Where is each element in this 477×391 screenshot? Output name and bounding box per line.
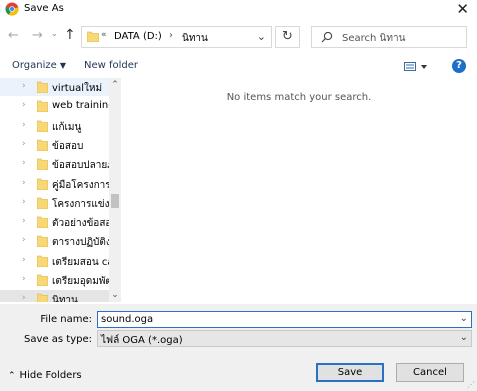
file-list-pane[interactable]: No items match your search. xyxy=(121,78,477,302)
scroll-down-arrow-icon[interactable]: ⌄ xyxy=(109,288,121,302)
hide-folders-label: Hide Folders xyxy=(19,370,82,381)
expand-arrow-icon[interactable]: › xyxy=(22,274,26,284)
tree-item-label: โครงการแข่งขัน xyxy=(52,198,109,210)
new-folder-button[interactable]: New folder xyxy=(84,60,138,71)
save-button[interactable]: Save xyxy=(316,363,384,382)
tree-item[interactable]: › virtualใหม่ xyxy=(0,78,109,96)
save-type-value: ไฟล์ OGA (*.oga) xyxy=(101,335,183,346)
search-input[interactable]: Search นิทาน xyxy=(311,26,467,48)
folder-icon xyxy=(37,81,48,93)
scrollbar-thumb[interactable] xyxy=(111,194,119,208)
file-name-dropdown-icon[interactable]: ⌄ xyxy=(460,313,468,324)
tree-item-label: คู่มือโครงการพ xyxy=(52,179,109,191)
chevron-down-icon: ▼ xyxy=(59,61,66,70)
tree-item-label: ตัวอย่างข้อสอบ xyxy=(52,218,109,230)
close-icon[interactable]: ✕ xyxy=(456,0,469,18)
expand-arrow-icon[interactable]: › xyxy=(22,235,26,245)
breadcrumb-separator[interactable]: › xyxy=(169,30,173,41)
search-placeholder: Search นิทาน xyxy=(342,33,406,44)
chevron-up-icon: ⌃ xyxy=(8,371,16,381)
expand-arrow-icon[interactable]: › xyxy=(22,100,26,110)
tree-item-label: ตารางปฏิบัติงาน xyxy=(52,237,109,249)
recent-locations-chevron-icon[interactable]: ⌄ xyxy=(51,29,58,38)
file-name-value[interactable]: sound.oga xyxy=(101,314,153,325)
refresh-icon[interactable]: ↻ xyxy=(275,26,300,48)
address-bar[interactable]: « DATA (D:) › นิทาน ⌄ xyxy=(81,26,272,48)
hide-folders-button[interactable]: ⌃ Hide Folders xyxy=(8,370,82,381)
folder-icon xyxy=(37,236,48,248)
folder-icon xyxy=(37,197,48,209)
search-icon xyxy=(321,31,333,43)
tree-item[interactable]: › นิทาน xyxy=(0,290,109,302)
file-name-field[interactable]: sound.oga ⌄ xyxy=(97,311,472,328)
tree-item[interactable]: › web training xyxy=(0,97,109,115)
file-name-label: File name: xyxy=(40,314,92,325)
tree-item[interactable]: › เตรียมสอน can xyxy=(0,252,109,270)
expand-arrow-icon[interactable]: › xyxy=(22,293,26,302)
folder-icon xyxy=(37,274,48,286)
dialog-footer: File name: sound.oga ⌄ Save as type: ไฟล… xyxy=(0,304,477,391)
tree-item[interactable]: › คู่มือโครงการพ xyxy=(0,175,109,193)
empty-results-message: No items match your search. xyxy=(226,92,372,103)
tree-item-label: web training xyxy=(52,100,109,112)
help-icon[interactable]: ? xyxy=(452,59,466,73)
tree-item-label: แก้เมนู xyxy=(52,121,82,133)
expand-arrow-icon[interactable]: › xyxy=(22,216,26,226)
expand-arrow-icon[interactable]: › xyxy=(22,178,26,188)
folder-icon xyxy=(37,158,48,171)
organize-label: Organize xyxy=(12,60,57,71)
folder-icon xyxy=(37,255,48,267)
organize-menu-button[interactable]: Organize ▼ xyxy=(12,60,66,71)
chrome-icon xyxy=(5,2,19,16)
breadcrumb-drive[interactable]: DATA (D:) xyxy=(114,31,162,42)
window-title: Save As xyxy=(24,3,64,14)
tree-item[interactable]: › ข้อสอบปลายภาค xyxy=(0,155,109,173)
tree-item-label: virtualใหม่ xyxy=(52,83,103,94)
view-options-icon[interactable] xyxy=(404,60,430,74)
address-dropdown-icon[interactable]: ⌄ xyxy=(257,30,266,43)
expand-arrow-icon[interactable]: › xyxy=(22,81,26,91)
tree-item[interactable]: › เตรียมอุดมพัฒนา xyxy=(0,271,109,289)
folder-icon xyxy=(37,293,48,302)
save-type-label: Save as type: xyxy=(24,334,92,345)
save-type-dropdown-icon[interactable]: ⌄ xyxy=(460,332,468,343)
cancel-button[interactable]: Cancel xyxy=(396,363,464,382)
tree-item[interactable]: › ข้อสอบ xyxy=(0,136,109,154)
tree-scrollbar[interactable]: ⌃ ⌄ xyxy=(109,78,121,302)
folder-icon xyxy=(37,120,48,132)
command-bar: Organize ▼ New folder ? xyxy=(0,56,477,78)
folder-icon xyxy=(37,100,48,113)
title-bar: Save As ✕ xyxy=(0,0,477,20)
tree-item[interactable]: › โครงการแข่งขัน xyxy=(0,194,109,212)
tree-item-label: นิทาน xyxy=(52,295,78,302)
folder-icon xyxy=(37,178,48,190)
tree-item[interactable]: › ตารางปฏิบัติงาน xyxy=(0,232,109,250)
tree-item[interactable]: › แก้เมนู xyxy=(0,117,109,135)
tree-item[interactable]: › ตัวอย่างข้อสอบ xyxy=(0,213,109,231)
tree-item-label: เตรียมอุดมพัฒนา xyxy=(52,276,109,287)
scroll-up-arrow-icon[interactable]: ⌃ xyxy=(109,78,121,92)
resize-grip-icon[interactable]: ⋰ xyxy=(467,380,475,389)
folder-tree[interactable]: › virtualใหม่ › web training › แก้เมนู › ข้อสอบ… xyxy=(0,78,109,302)
expand-arrow-icon[interactable]: › xyxy=(22,120,26,130)
folder-icon xyxy=(37,139,48,151)
expand-arrow-icon[interactable]: › xyxy=(22,255,26,265)
breadcrumb-folder[interactable]: นิทาน xyxy=(182,31,208,46)
expand-arrow-icon[interactable]: › xyxy=(22,158,26,168)
save-type-select[interactable]: ไฟล์ OGA (*.oga) ⌄ xyxy=(97,330,472,347)
tree-item-label: ข้อสอบ xyxy=(52,140,84,152)
back-arrow-icon[interactable]: ← xyxy=(8,29,19,43)
folder-icon xyxy=(37,216,48,229)
forward-arrow-icon[interactable]: → xyxy=(32,29,43,43)
up-arrow-icon[interactable]: ↑ xyxy=(64,28,76,42)
address-overflow-chevron[interactable]: « xyxy=(101,30,107,40)
folder-icon xyxy=(87,31,99,42)
navigation-bar: ← → ⌄ ↑ « DATA (D:) › นิทาน ⌄ ↻ Search น… xyxy=(0,22,477,52)
tree-item-label: ข้อสอบปลายภาค xyxy=(52,160,109,172)
expand-arrow-icon[interactable]: › xyxy=(22,139,26,149)
expand-arrow-icon[interactable]: › xyxy=(22,197,26,207)
tree-item-label: เตรียมสอน can xyxy=(52,256,109,268)
